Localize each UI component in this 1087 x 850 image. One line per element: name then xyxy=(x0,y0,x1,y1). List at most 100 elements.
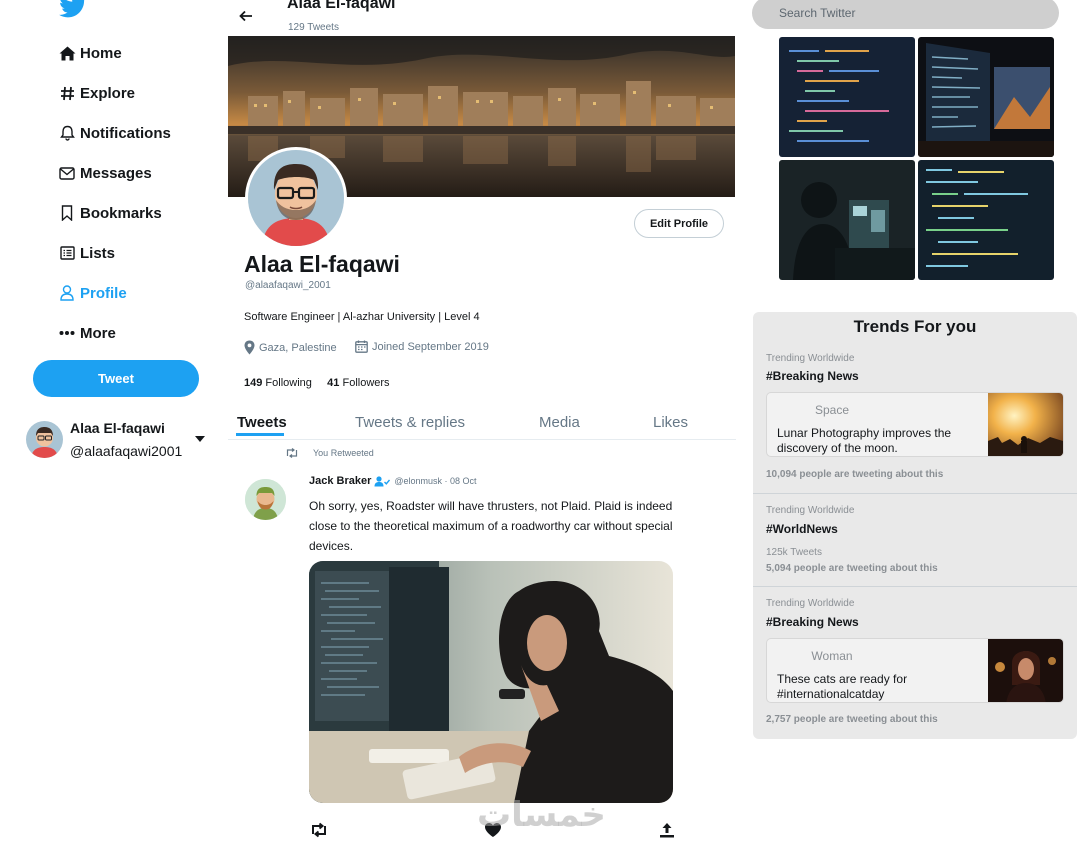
trends-panel: Trends For you Trending Worldwide #Break… xyxy=(753,312,1077,739)
news-thumbnail xyxy=(988,393,1063,456)
header-tweet-count: 129 Tweets xyxy=(288,22,339,33)
watermark: خمسات xyxy=(477,795,606,835)
trend-tag: #WorldNews xyxy=(766,522,838,536)
followers-link[interactable]: 41 Followers xyxy=(327,377,389,389)
grid-image[interactable] xyxy=(779,160,915,280)
tweet-button[interactable]: Tweet xyxy=(33,360,199,397)
nav-label: More xyxy=(80,324,116,342)
tweet-header: Jack Braker @elonmusk · 08 Oct xyxy=(309,475,477,487)
profile-stats: 149 Following 41 Followers xyxy=(244,377,390,389)
news-headline: Lunar Photography improves the discovery… xyxy=(777,426,952,455)
following-link[interactable]: 149 Following xyxy=(244,377,312,389)
tweet-author-name[interactable]: Jack Braker xyxy=(309,475,371,487)
media-grid xyxy=(779,37,1054,281)
nav-explore[interactable]: Explore xyxy=(58,81,135,105)
trend-news-card[interactable]: Woman These cats are ready for #internat… xyxy=(766,638,1064,703)
profile-bio: Software Engineer | Al-azhar University … xyxy=(244,311,480,323)
nav-label: Home xyxy=(80,44,122,62)
user-verified-icon xyxy=(374,475,391,486)
twitter-bird-icon[interactable] xyxy=(58,0,88,20)
profile-location: Gaza, Palestine xyxy=(244,340,337,355)
nav-profile[interactable]: Profile xyxy=(58,281,127,305)
account-handle: @alaafaqawi2001 xyxy=(70,443,183,459)
news-category: Woman xyxy=(811,649,853,663)
nav-home[interactable]: Home xyxy=(58,41,122,65)
location-text: Gaza, Palestine xyxy=(259,341,337,354)
tab-media[interactable]: Media xyxy=(539,414,580,431)
trend-context: Trending Worldwide xyxy=(766,598,855,609)
left-sidebar: Home Explore Notifications Messages Book… xyxy=(0,0,225,850)
trend-tag: #Breaking News xyxy=(766,369,859,383)
more-dots-icon xyxy=(58,324,76,342)
profile-joined: Joined September 2019 xyxy=(355,340,489,353)
nav-bookmarks[interactable]: Bookmarks xyxy=(58,201,162,225)
trend-footer: 5,094 people are tweeting about this xyxy=(766,563,938,574)
trend-footer: 10,094 people are tweeting about this xyxy=(766,469,944,480)
trends-title: Trends For you xyxy=(853,317,977,336)
active-tab-indicator xyxy=(236,433,284,436)
search-input[interactable] xyxy=(752,0,1059,29)
envelope-icon xyxy=(58,164,76,182)
news-headline: These cats are ready for #internationalc… xyxy=(777,672,908,701)
right-sidebar: Trends For you Trending Worldwide #Break… xyxy=(752,0,1087,850)
edit-profile-button[interactable]: Edit Profile xyxy=(634,209,724,238)
nav-notifications[interactable]: Notifications xyxy=(58,121,171,145)
following-count: 149 xyxy=(244,377,263,389)
home-icon xyxy=(58,44,76,62)
chevron-down-icon[interactable] xyxy=(195,436,205,442)
header-name: Alaa El-faqawi xyxy=(287,0,396,12)
trend-tweet-count: 125k Tweets xyxy=(766,547,822,558)
tweet-handle-time: @elonmusk · 08 Oct xyxy=(394,476,477,486)
list-icon xyxy=(58,244,76,262)
trend-news-card[interactable]: Space Lunar Photography improves the dis… xyxy=(766,392,1064,457)
tab-tweets[interactable]: Tweets xyxy=(237,414,287,431)
trend-item[interactable]: Trending Worldwide #WorldNews 125k Tweet… xyxy=(753,493,1077,586)
grid-image[interactable] xyxy=(779,37,915,157)
tweet-author-avatar[interactable] xyxy=(245,479,286,520)
bookmark-icon xyxy=(58,204,76,222)
trend-item[interactable]: Trending Worldwide #Breaking News Woman … xyxy=(753,586,1077,738)
share-action-icon[interactable] xyxy=(658,822,676,838)
trend-tag: #Breaking News xyxy=(766,615,859,629)
user-icon xyxy=(58,284,76,302)
nav-label: Messages xyxy=(80,164,152,182)
following-label: Following xyxy=(265,377,312,389)
nav-label: Explore xyxy=(80,84,136,102)
retweet-action-icon[interactable] xyxy=(310,822,328,838)
nav-messages[interactable]: Messages xyxy=(58,161,152,185)
nav-label: Lists xyxy=(80,244,116,262)
trend-context: Trending Worldwide xyxy=(766,353,855,364)
trend-item[interactable]: Trending Worldwide #Breaking News Space … xyxy=(753,348,1077,493)
avatar xyxy=(26,421,63,458)
nav-lists[interactable]: Lists xyxy=(58,241,115,265)
retweet-note-text: You Retweeted xyxy=(313,448,374,458)
grid-image[interactable] xyxy=(918,160,1054,280)
profile-avatar[interactable] xyxy=(245,147,347,249)
nav-more[interactable]: More xyxy=(58,321,116,345)
profile-name: Alaa El-faqawi xyxy=(244,251,400,277)
main-column: Alaa El-faqawi 129 Tweets Edit Profile A… xyxy=(228,0,736,850)
profile-handle: @alaafaqawi_2001 xyxy=(245,280,331,291)
followers-label: Followers xyxy=(342,377,390,389)
tab-tweets-replies[interactable]: Tweets & replies xyxy=(355,414,465,431)
tab-likes[interactable]: Likes xyxy=(653,414,688,431)
grid-image[interactable] xyxy=(918,37,1054,157)
retweet-icon xyxy=(286,448,298,458)
trend-footer: 2,757 people are tweeting about this xyxy=(766,714,938,725)
followers-count: 41 xyxy=(327,377,340,389)
location-pin-icon xyxy=(244,340,255,355)
tweet-media-image[interactable] xyxy=(309,561,673,803)
back-arrow-icon[interactable] xyxy=(238,8,254,24)
trend-context: Trending Worldwide xyxy=(766,505,855,516)
profile-tabs: Tweets Tweets & replies Media Likes xyxy=(228,404,736,440)
news-category: Space xyxy=(814,403,850,417)
account-name: Alaa El-faqawi xyxy=(70,420,165,436)
calendar-icon xyxy=(355,340,368,353)
retweet-note: You Retweeted xyxy=(285,448,374,458)
bell-icon xyxy=(58,124,76,142)
nav-label: Bookmarks xyxy=(80,204,162,222)
nav-label: Notifications xyxy=(80,124,171,142)
nav-label: Profile xyxy=(80,284,127,302)
account-switcher[interactable]: Alaa El-faqawi @alaafaqawi2001 xyxy=(26,417,212,465)
tweet-text: Oh sorry, yes, Roadster will have thrust… xyxy=(309,499,673,553)
